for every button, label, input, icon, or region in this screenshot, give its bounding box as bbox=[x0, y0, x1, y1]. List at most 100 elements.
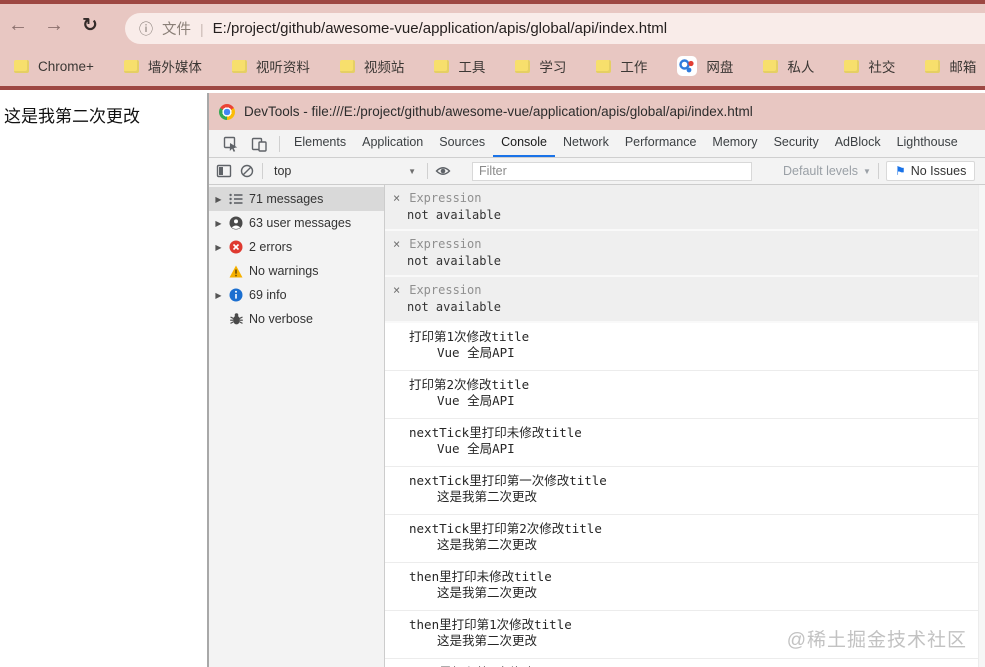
sidebar-item-user-messages[interactable]: ▶ 63 user messages bbox=[209, 211, 384, 235]
chevron-down-icon: ▼ bbox=[408, 166, 416, 176]
folder-icon bbox=[434, 59, 450, 73]
sidebar-item-all-messages[interactable]: ▶ 71 messages bbox=[209, 187, 384, 211]
console-sidebar-toggle-icon[interactable] bbox=[216, 163, 232, 179]
log-levels-dropdown[interactable]: Default levels ▼ bbox=[783, 164, 871, 178]
bookmark-video-sites[interactable]: 视频站 bbox=[339, 56, 405, 76]
page-body-text: 这是我第二次更改 bbox=[4, 107, 140, 126]
remove-expression-icon[interactable]: × bbox=[393, 238, 400, 250]
log-line-value: 这是我第二次更改 bbox=[437, 537, 538, 552]
toolbar-separator bbox=[427, 163, 428, 179]
tab-security[interactable]: Security bbox=[766, 130, 827, 157]
log-levels-label: Default levels bbox=[783, 164, 859, 178]
tab-elements[interactable]: Elements bbox=[286, 130, 354, 157]
console-log-row[interactable]: 打印第2次修改title Vue 全局API bbox=[385, 371, 985, 419]
remove-expression-icon[interactable]: × bbox=[393, 284, 400, 296]
bookmark-netdisk[interactable]: 网盘 bbox=[677, 56, 733, 76]
folder-icon bbox=[231, 59, 247, 73]
expression-label: Expression bbox=[409, 283, 482, 297]
messages-list-icon bbox=[229, 192, 243, 206]
expression-label: Expression bbox=[409, 237, 482, 251]
tab-lighthouse[interactable]: Lighthouse bbox=[889, 130, 966, 157]
inspect-element-icon[interactable] bbox=[223, 136, 239, 152]
live-expression-eye-icon[interactable] bbox=[435, 163, 451, 179]
bookmark-work[interactable]: 工作 bbox=[596, 56, 647, 76]
live-expression[interactable]: × Expression not available bbox=[385, 185, 985, 231]
expand-arrow-icon[interactable]: ▶ bbox=[214, 219, 223, 228]
clear-console-icon[interactable] bbox=[239, 163, 255, 179]
folder-icon bbox=[339, 59, 355, 73]
bookmark-chrome-plus[interactable]: Chrome+ bbox=[14, 59, 94, 74]
chrome-logo-icon bbox=[219, 103, 235, 120]
console-sidebar: ▶ 71 messages ▶ 63 user messages ▶ 2 err… bbox=[209, 185, 385, 667]
devtools-tabbar: Elements Application Sources Console Net… bbox=[209, 130, 985, 158]
toolbar-separator bbox=[877, 163, 879, 179]
expression-label: Expression bbox=[409, 191, 482, 205]
sidebar-item-label: 69 info bbox=[249, 288, 287, 302]
bookmark-study[interactable]: 学习 bbox=[515, 56, 566, 76]
expression-value: not available bbox=[407, 254, 501, 268]
back-icon[interactable]: ← bbox=[0, 14, 36, 37]
tab-application[interactable]: Application bbox=[354, 130, 431, 157]
bookmark-overseas-media[interactable]: 墙外媒体 bbox=[123, 56, 202, 76]
tab-adblock[interactable]: AdBlock bbox=[827, 130, 889, 157]
bookmark-label: 社交 bbox=[868, 60, 896, 75]
no-issues-button[interactable]: ⚑ No Issues bbox=[885, 161, 976, 181]
console-toolbar: top ▼ Default levels ▼ ⚑ No Issues bbox=[209, 158, 985, 185]
tab-performance[interactable]: Performance bbox=[617, 130, 705, 157]
sidebar-item-label: 2 errors bbox=[249, 240, 293, 254]
user-icon bbox=[229, 216, 243, 230]
sidebar-item-info[interactable]: ▶ 69 info bbox=[209, 283, 384, 307]
warning-icon bbox=[229, 264, 243, 278]
bookmark-label: 邮箱 bbox=[949, 60, 977, 75]
bookmark-label: 私人 bbox=[787, 60, 815, 75]
console-log-row[interactable]: nextTick里打印第2次修改title 这是我第二次更改 bbox=[385, 515, 985, 563]
bookmark-av-material[interactable]: 视听资料 bbox=[231, 56, 310, 76]
sidebar-item-errors[interactable]: ▶ 2 errors bbox=[209, 235, 384, 259]
url-text[interactable]: E:/project/github/awesome-vue/applicatio… bbox=[213, 20, 667, 37]
devtools-titlebar[interactable]: DevTools - file:///E:/project/github/awe… bbox=[209, 93, 985, 130]
reload-icon[interactable]: ↻ bbox=[72, 14, 108, 37]
console-log-row[interactable]: 打印第1次修改title Vue 全局API bbox=[385, 323, 985, 371]
tabbar-separator bbox=[279, 135, 280, 152]
filter-input[interactable] bbox=[472, 161, 752, 181]
console-log-row[interactable]: nextTick里打印第一次修改title 这是我第二次更改 bbox=[385, 467, 985, 515]
juejin-watermark: @稀土掘金技术社区 bbox=[786, 630, 967, 651]
console-log-row[interactable]: nextTick里打印未修改title Vue 全局API bbox=[385, 419, 985, 467]
page-info-icon[interactable]: ⓘ bbox=[139, 19, 153, 39]
expand-arrow-icon[interactable]: ▶ bbox=[214, 291, 223, 300]
sidebar-item-verbose[interactable]: No verbose bbox=[209, 307, 384, 331]
device-toolbar-icon[interactable] bbox=[251, 136, 267, 152]
bookmark-social[interactable]: 社交 bbox=[844, 56, 895, 76]
forward-icon[interactable]: → bbox=[36, 14, 72, 37]
bookmark-mail[interactable]: 邮箱 bbox=[925, 56, 976, 76]
expand-arrow-icon[interactable]: ▶ bbox=[214, 195, 223, 204]
log-line: nextTick里打印第一次修改title bbox=[409, 473, 607, 488]
address-bar[interactable]: ⓘ 文件 | E:/project/github/awesome-vue/app… bbox=[125, 13, 985, 44]
log-line-value: 这是我第二次更改 bbox=[437, 585, 538, 600]
console-log-row[interactable]: then里打印第2次修改title 这是我第二次更改 bbox=[385, 659, 985, 667]
tab-console[interactable]: Console bbox=[493, 130, 555, 157]
log-line: nextTick里打印第2次修改title bbox=[409, 521, 602, 536]
sidebar-item-label: 71 messages bbox=[249, 192, 324, 206]
bookmark-private[interactable]: 私人 bbox=[763, 56, 814, 76]
sidebar-item-warnings[interactable]: No warnings bbox=[209, 259, 384, 283]
remove-expression-icon[interactable]: × bbox=[393, 192, 400, 204]
console-messages-pane: × Expression not available × Expression … bbox=[385, 185, 985, 667]
bookmark-label: 学习 bbox=[539, 60, 567, 75]
live-expression[interactable]: × Expression not available bbox=[385, 277, 985, 323]
tab-sources[interactable]: Sources bbox=[431, 130, 493, 157]
folder-icon bbox=[515, 59, 531, 73]
live-expression[interactable]: × Expression not available bbox=[385, 231, 985, 277]
bookmark-label: Chrome+ bbox=[38, 58, 94, 74]
tab-memory[interactable]: Memory bbox=[704, 130, 765, 157]
console-scrollbar[interactable] bbox=[978, 185, 985, 667]
expand-arrow-icon[interactable]: ▶ bbox=[214, 243, 223, 252]
browser-toolbar: ← → ↻ ⓘ 文件 | E:/project/github/awesome-v… bbox=[0, 4, 985, 46]
expression-value: not available bbox=[407, 208, 501, 222]
context-selector[interactable]: top ▼ bbox=[270, 164, 420, 178]
bookmark-tools[interactable]: 工具 bbox=[434, 56, 485, 76]
log-line: 打印第1次修改title bbox=[409, 329, 530, 344]
console-log-row[interactable]: then里打印未修改title 这是我第二次更改 bbox=[385, 563, 985, 611]
bookmark-label: 视频站 bbox=[363, 60, 405, 75]
tab-network[interactable]: Network bbox=[555, 130, 617, 157]
